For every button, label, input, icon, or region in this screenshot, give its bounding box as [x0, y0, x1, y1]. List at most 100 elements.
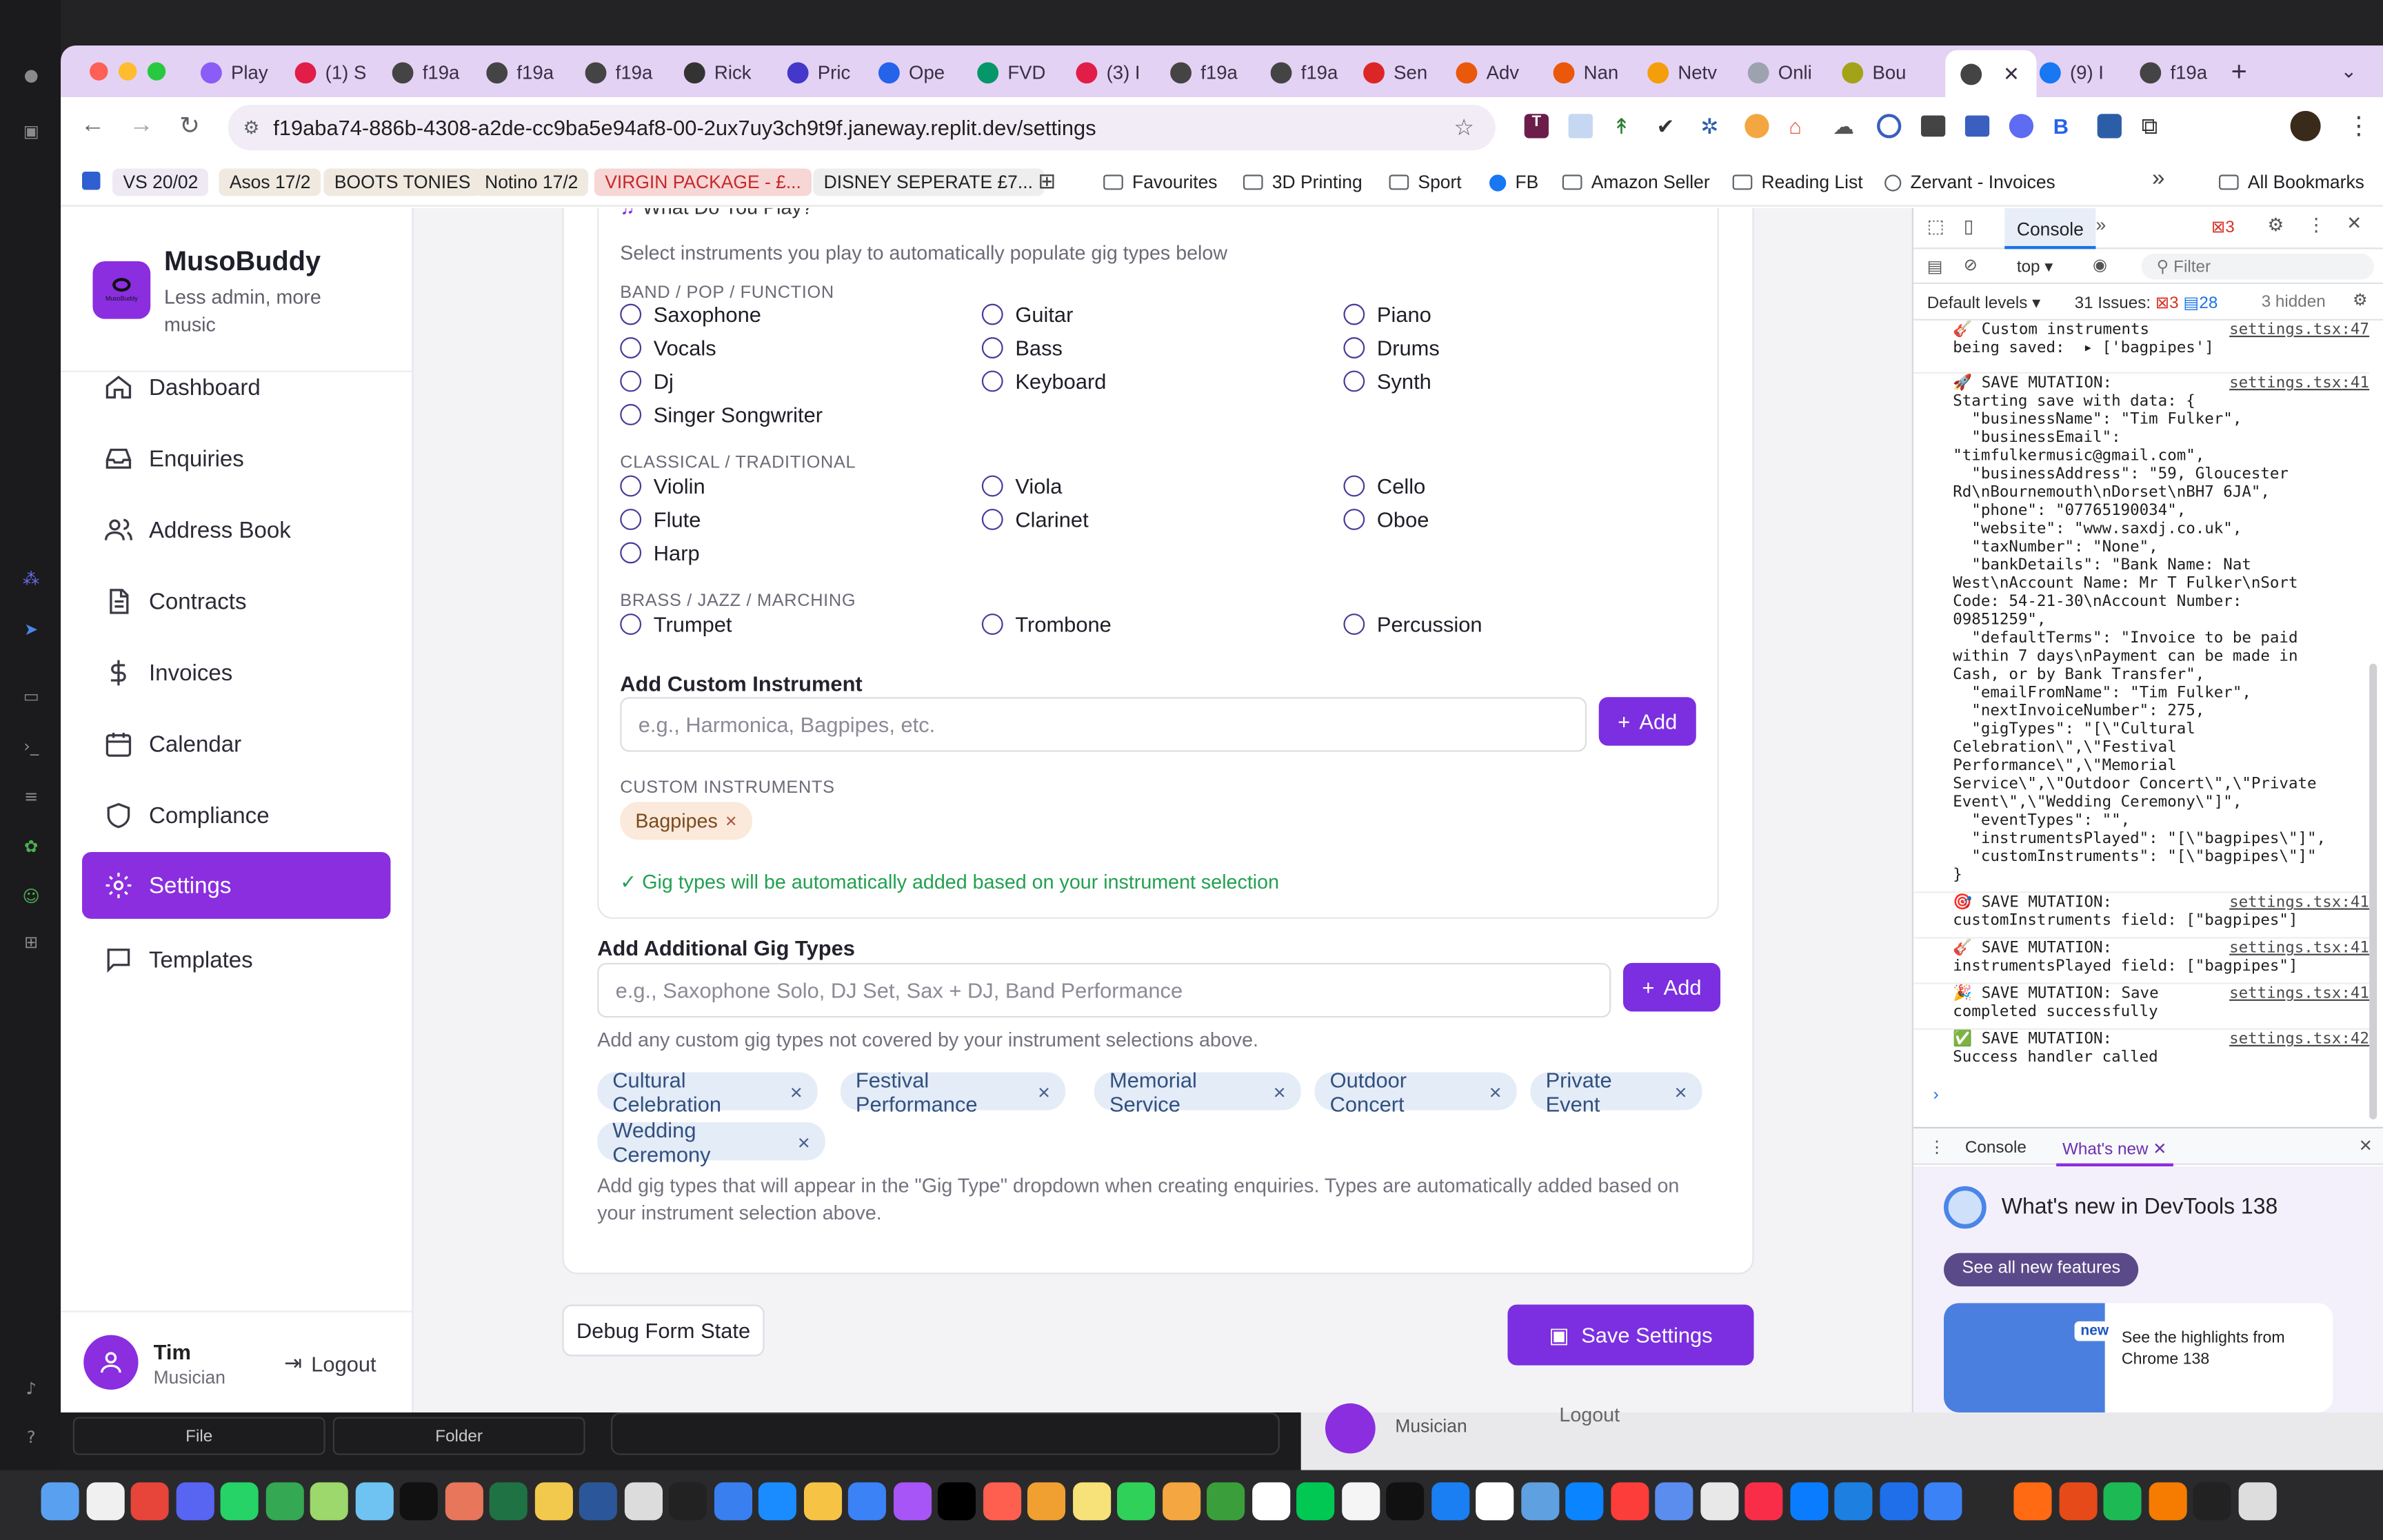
filter-input[interactable]: ⚲ Filter: [2141, 253, 2374, 280]
dock-app-icon[interactable]: [1117, 1482, 1156, 1521]
instrument-option[interactable]: Flute: [620, 507, 701, 531]
dock-app-icon[interactable]: [1655, 1482, 1693, 1521]
bookmark-folder[interactable]: Amazon Seller: [1562, 169, 1710, 196]
dock-app-icon[interactable]: [1744, 1482, 1783, 1521]
dock-app-icon[interactable]: [2058, 1482, 2097, 1521]
remove-tag-icon[interactable]: ×: [790, 1079, 803, 1103]
apps-icon[interactable]: ⊞: [18, 933, 43, 954]
dock-app-icon[interactable]: [2013, 1482, 2052, 1521]
minimize-window-button[interactable]: [118, 62, 137, 81]
back-icon[interactable]: ←: [81, 112, 105, 140]
dock-app-icon[interactable]: [1924, 1482, 1962, 1521]
dock-app-icon[interactable]: [982, 1482, 1021, 1521]
dock-app-icon[interactable]: [1969, 1482, 2007, 1521]
dock-app-icon[interactable]: [1162, 1482, 1200, 1521]
bookmark-item[interactable]: Asos 17/2: [219, 168, 321, 196]
dock-app-icon[interactable]: [623, 1482, 662, 1521]
console-log-entry[interactable]: 🚀 SAVE MUTATION: Starting save with data…: [1913, 372, 2370, 884]
monitor-icon[interactable]: ▭: [18, 687, 43, 708]
extension-home-icon[interactable]: ⌂: [1789, 114, 1813, 138]
log-source-link[interactable]: settings.tsx:412: [2229, 375, 2369, 392]
context-select[interactable]: top ▾: [2017, 256, 2053, 276]
nav-item-address-book[interactable]: Address Book: [82, 496, 390, 563]
tab-groups-icon[interactable]: ⊞: [1038, 169, 1056, 194]
bookmark-item[interactable]: DISNEY SEPERATE £7...: [813, 168, 1044, 196]
extension-box-icon[interactable]: [1920, 115, 1946, 137]
radio-circle[interactable]: [1343, 337, 1365, 358]
close-devtools-icon[interactable]: ✕: [2346, 212, 2362, 234]
browser-tab[interactable]: Rick: [683, 57, 772, 90]
extension-cloud-icon[interactable]: ☁: [1833, 114, 1857, 138]
dock-app-icon[interactable]: [1431, 1482, 1469, 1521]
tab-search-icon[interactable]: ⌄: [2340, 59, 2357, 83]
nav-item-enquiries[interactable]: Enquiries: [82, 425, 390, 492]
dock-app-icon[interactable]: [399, 1482, 438, 1521]
browser-tab[interactable]: (3) I: [1076, 57, 1165, 90]
dock-app-icon[interactable]: [1386, 1482, 1425, 1521]
radio-circle[interactable]: [620, 404, 642, 425]
see-all-features-button[interactable]: See all new features: [1944, 1253, 2139, 1287]
instrument-option[interactable]: Drums: [1343, 336, 1440, 360]
gig-type-input[interactable]: e.g., Saxophone Solo, DJ Set, Sax + DJ, …: [597, 962, 1611, 1018]
instrument-option[interactable]: Singer Songwriter: [620, 403, 823, 427]
dock-app-icon[interactable]: [2103, 1482, 2142, 1521]
extension-globe-icon[interactable]: ✲: [1700, 114, 1725, 138]
radio-circle[interactable]: [1343, 614, 1365, 635]
dock-app-icon[interactable]: [1700, 1482, 1738, 1521]
nav-item-invoices[interactable]: Invoices: [82, 640, 390, 707]
radio-circle[interactable]: [620, 370, 642, 392]
dock-app-icon[interactable]: [803, 1482, 841, 1521]
radio-circle[interactable]: [620, 542, 642, 564]
extension-gear-icon[interactable]: [2009, 114, 2034, 139]
radio-circle[interactable]: [981, 303, 1003, 325]
forward-icon[interactable]: →: [129, 112, 153, 140]
panel-icon[interactable]: ▣: [18, 121, 43, 143]
dock-app-icon[interactable]: [2148, 1482, 2186, 1521]
radio-circle[interactable]: [1343, 475, 1365, 497]
remove-tag-icon[interactable]: ×: [798, 1129, 810, 1153]
folder-tab[interactable]: Folder: [332, 1417, 585, 1455]
tree-icon[interactable]: ✿: [18, 837, 43, 858]
instrument-option[interactable]: Viola: [981, 474, 1062, 498]
browser-tab[interactable]: f19a: [2140, 57, 2228, 90]
bookmark-folder[interactable]: Reading List: [1732, 169, 1863, 196]
dock-app-icon[interactable]: [2193, 1482, 2231, 1521]
bookmark-folder[interactable]: Zervant - Invoices: [1884, 169, 2055, 196]
instrument-option[interactable]: Vocals: [620, 336, 716, 360]
dock-app-icon[interactable]: [444, 1482, 483, 1521]
all-bookmarks-folder[interactable]: All Bookmarks: [2218, 169, 2364, 196]
background-chat-input[interactable]: [611, 1412, 1280, 1455]
log-source-link[interactable]: settings.tsx:473: [2229, 322, 2369, 338]
new-tab-button[interactable]: +: [2231, 57, 2247, 88]
database-icon[interactable]: ≡: [18, 787, 43, 808]
help-icon[interactable]: ?: [18, 1428, 43, 1449]
close-window-button[interactable]: [90, 62, 108, 81]
instrument-option[interactable]: Dj: [620, 369, 674, 394]
instrument-option[interactable]: Guitar: [981, 302, 1073, 327]
dock-app-icon[interactable]: [310, 1482, 348, 1521]
extension-check-icon[interactable]: ✔: [1656, 114, 1680, 138]
highlights-card[interactable]: new See the highlights from Chrome 138: [1944, 1303, 2333, 1412]
remove-tag-icon[interactable]: ×: [1489, 1079, 1502, 1103]
radio-circle[interactable]: [620, 337, 642, 358]
nav-item-calendar[interactable]: Calendar: [82, 711, 390, 778]
site-info-icon[interactable]: ⚙: [243, 117, 260, 139]
dock-app-icon[interactable]: [1072, 1482, 1111, 1521]
file-tab[interactable]: File: [72, 1417, 325, 1455]
extension-chart-icon[interactable]: [1568, 114, 1593, 139]
dock-app-icon[interactable]: [892, 1482, 932, 1521]
extensions-puzzle-icon[interactable]: ⧉: [2142, 114, 2166, 139]
browser-tab[interactable]: Onli: [1747, 57, 1836, 90]
debug-form-button[interactable]: Debug Form State: [562, 1304, 765, 1357]
radio-circle[interactable]: [981, 370, 1003, 392]
device-icon[interactable]: ▯: [1964, 216, 1974, 237]
remove-tag-icon[interactable]: ×: [725, 809, 737, 832]
extension-b-icon[interactable]: B: [2053, 114, 2078, 138]
dock-app-icon[interactable]: [265, 1482, 303, 1521]
add-custom-instrument-button[interactable]: + Add: [1598, 697, 1696, 746]
browser-tab[interactable]: FVD: [977, 57, 1065, 90]
instrument-option[interactable]: Percussion: [1343, 612, 1482, 636]
issues-link[interactable]: 31 Issues: ⊠3 ▤28: [2075, 293, 2218, 312]
nav-item-dashboard[interactable]: Dashboard: [82, 354, 390, 421]
dock-app-icon[interactable]: [1476, 1482, 1514, 1521]
